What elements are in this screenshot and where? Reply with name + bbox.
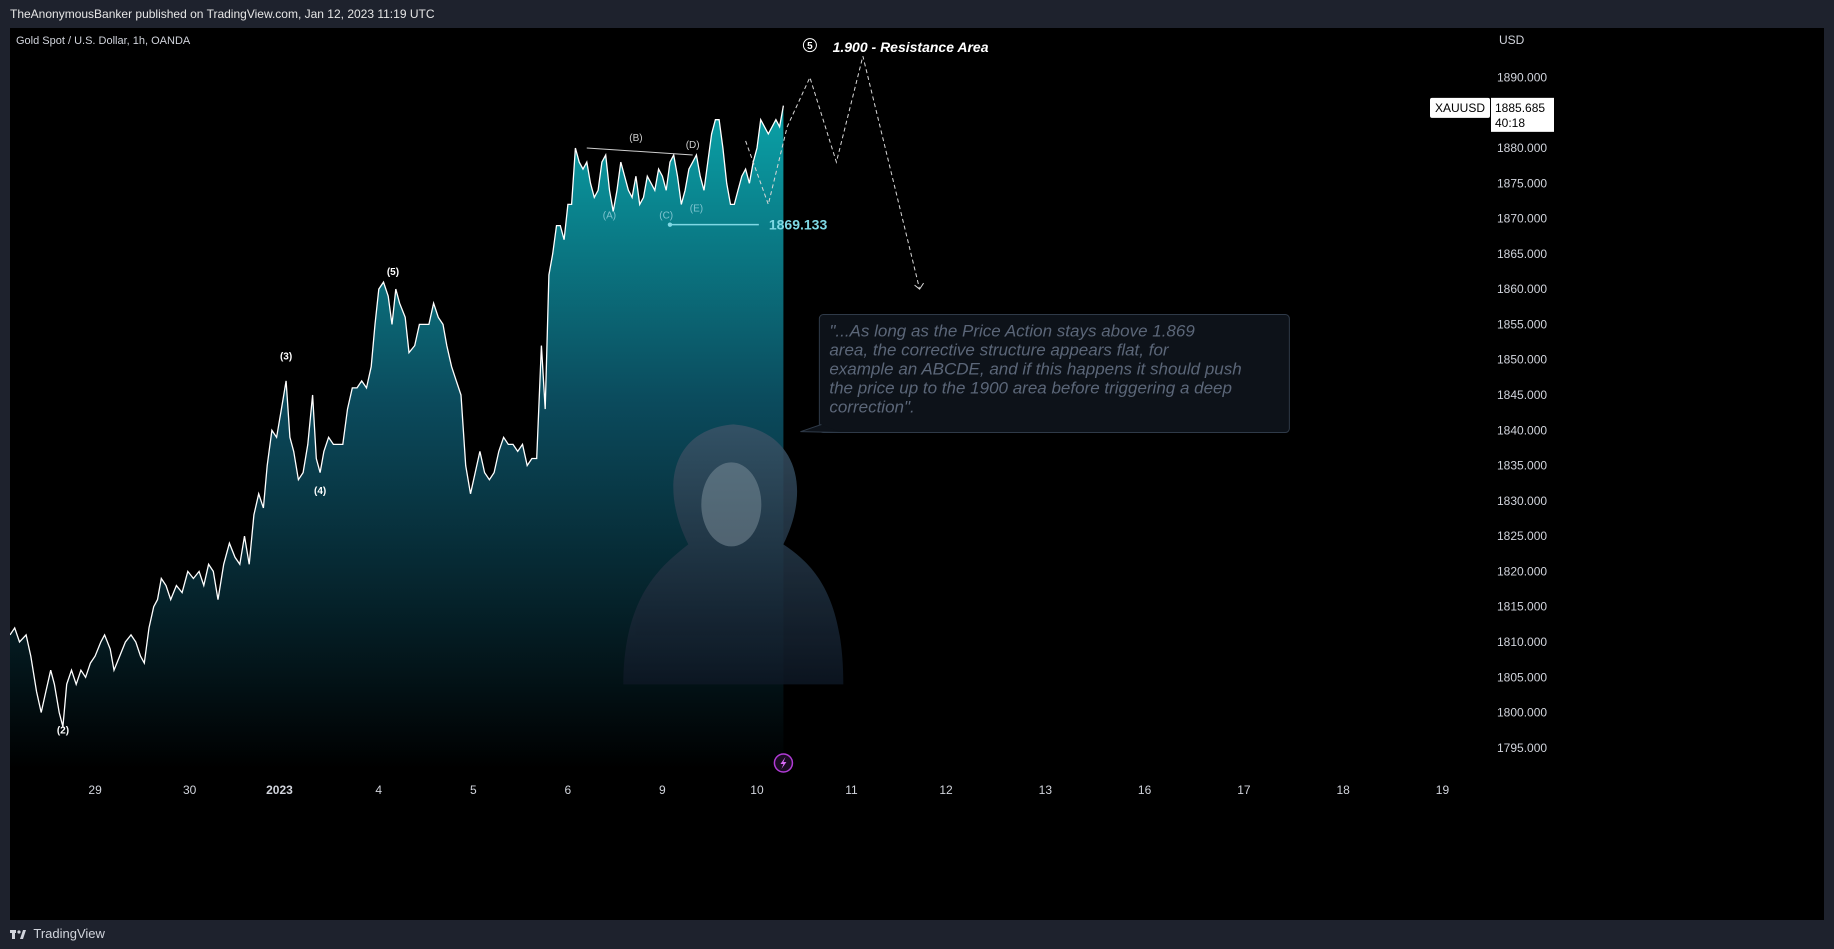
support-line-anchor: [667, 222, 673, 227]
x-tick-label: 5: [470, 783, 477, 797]
symbol-tag-label: XAUUSD: [1435, 101, 1485, 115]
y-tick-label: 1830.000: [1497, 494, 1547, 508]
x-tick-label: 17: [1237, 783, 1251, 797]
y-tick-label: 1860.000: [1497, 282, 1547, 296]
y-tick-label: 1825.000: [1497, 529, 1547, 543]
wave-label: (5): [387, 267, 399, 278]
x-tick-label: 11: [845, 783, 858, 797]
footer-brand: TradingView: [33, 926, 105, 941]
resistance-area-label: 1.900 - Resistance Area: [833, 39, 989, 55]
y-tick-label: 1875.000: [1497, 176, 1547, 190]
y-tick-label: 1855.000: [1497, 317, 1547, 331]
x-tick-label: 12: [939, 783, 953, 797]
y-tick-label: 1880.000: [1497, 141, 1547, 155]
tradingview-logo-icon[interactable]: [10, 921, 26, 949]
quote-text-line: area, the corrective structure appears f…: [829, 341, 1170, 360]
y-axis-currency: USD: [1499, 33, 1525, 47]
quote-text-line: "...As long as the Price Action stays ab…: [829, 322, 1195, 341]
bar-countdown-label: 40:18: [1495, 116, 1525, 130]
x-tick-label: 9: [659, 783, 666, 797]
price-chart[interactable]: 1869.133 (2) (3) (4) (5) (A) (B) (C) (D) (E) 5 1.90…: [10, 28, 1824, 920]
wave-label: (C): [659, 211, 673, 222]
publish-header: TheAnonymousBanker published on TradingV…: [0, 0, 1834, 28]
y-tick-label: 1835.000: [1497, 459, 1547, 473]
x-tick-label: 4: [375, 783, 382, 797]
y-tick-label: 1890.000: [1497, 70, 1547, 84]
y-tick-label: 1810.000: [1497, 635, 1547, 649]
publish-line: TheAnonymousBanker published on TradingV…: [10, 7, 435, 21]
y-tick-label: 1845.000: [1497, 388, 1547, 402]
y-tick-label: 1795.000: [1497, 741, 1547, 755]
projection-arrowhead: [914, 282, 924, 290]
x-tick-label: 2023: [266, 783, 293, 797]
x-tick-label: 18: [1336, 783, 1350, 797]
chart-title: Gold Spot / U.S. Dollar, 1h, OANDA: [16, 35, 191, 47]
chart-area[interactable]: 1869.133 (2) (3) (4) (5) (A) (B) (C) (D) (E) 5 1.90…: [10, 28, 1824, 920]
y-tick-label: 1870.000: [1497, 212, 1547, 226]
footer-bar: TradingView: [0, 920, 1834, 948]
y-tick-label: 1815.000: [1497, 600, 1547, 614]
wave-label: (B): [629, 133, 642, 144]
support-level-label: 1869.133: [769, 217, 828, 233]
wave-label: (4): [314, 486, 326, 497]
y-tick-label: 1800.000: [1497, 706, 1547, 720]
y-tick-label: 1850.000: [1497, 353, 1547, 367]
quote-text-line: correction".: [829, 398, 914, 417]
x-tick-label: 19: [1436, 783, 1450, 797]
x-tick-label: 6: [565, 783, 572, 797]
wave-label: (2): [57, 726, 69, 737]
wave-label: 5: [807, 41, 813, 52]
y-tick-label: 1865.000: [1497, 247, 1547, 261]
x-tick-label: 13: [1039, 783, 1053, 797]
wave-label: (D): [686, 140, 700, 151]
x-tick-label: 10: [750, 783, 764, 797]
abcde-trendline: [586, 147, 693, 156]
y-tick-label: 1820.000: [1497, 564, 1547, 578]
y-tick-label: 1805.000: [1497, 670, 1547, 684]
x-tick-label: 30: [183, 783, 197, 797]
mask-face: [701, 462, 762, 547]
quote-text-line: the price up to the 1900 area before tri…: [829, 379, 1232, 398]
last-price-label: 1885.685: [1495, 101, 1545, 115]
wave-label: (E): [690, 203, 703, 214]
x-tick-label: 29: [88, 783, 102, 797]
x-tick-label: 16: [1138, 783, 1152, 797]
quote-text-line: example an ABCDE, and if this happens it…: [829, 360, 1241, 379]
wave-label: (A): [603, 211, 616, 222]
y-tick-label: 1840.000: [1497, 423, 1547, 437]
wave-label: (3): [280, 352, 292, 363]
